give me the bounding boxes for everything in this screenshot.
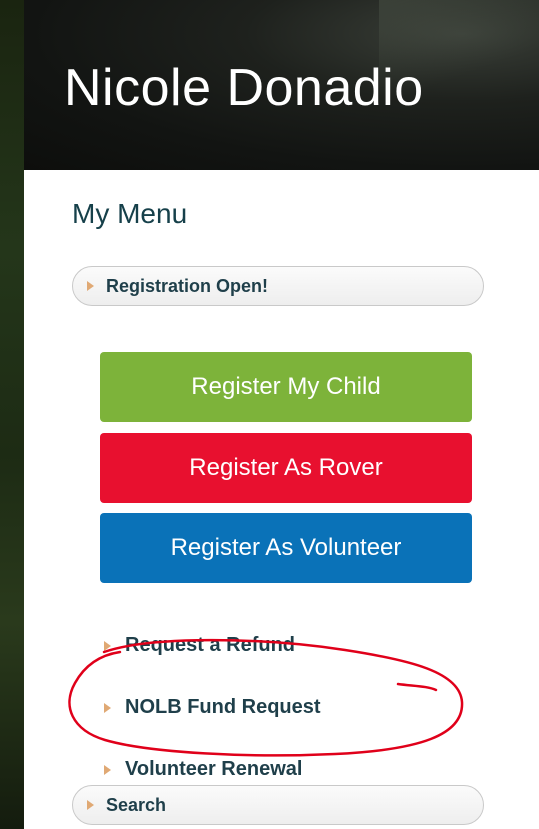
search-label: Search [106,794,167,815]
nolb-fund-request-link[interactable]: NOLB Fund Request [104,696,321,719]
request-refund-label: Request a Refund [125,634,296,656]
triangle-right-icon [104,764,111,775]
triangle-right-icon [104,640,111,651]
search-header[interactable]: Search [72,785,484,825]
request-refund-link[interactable]: Request a Refund [104,634,295,657]
triangle-right-icon [87,800,94,810]
menu-panel: My Menu Registration Open! Register My C… [24,170,539,829]
nolb-fund-request-label: NOLB Fund Request [125,696,321,718]
register-as-volunteer-button[interactable]: Register As Volunteer [100,513,472,583]
registration-open-label: Registration Open! [106,275,269,296]
volunteer-renewal-link[interactable]: Volunteer Renewal [104,758,302,781]
registration-open-header[interactable]: Registration Open! [72,266,484,306]
header-title: Nicole Donadio [64,59,424,117]
register-as-rover-button[interactable]: Register As Rover [100,433,472,503]
page: Nicole Donadio My Menu Registration Open… [0,0,539,829]
header-banner: Nicole Donadio [24,0,539,170]
register-my-child-button[interactable]: Register My Child [100,352,472,422]
triangle-right-icon [87,281,94,291]
triangle-right-icon [104,702,111,713]
menu-heading: My Menu [72,198,188,229]
volunteer-renewal-label: Volunteer Renewal [125,758,303,780]
background-strip [0,0,24,829]
